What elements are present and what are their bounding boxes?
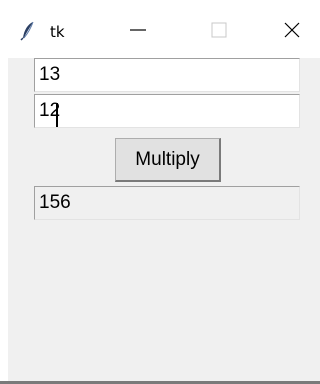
minimize-button[interactable] bbox=[116, 12, 160, 48]
second-number-entry[interactable] bbox=[34, 94, 300, 128]
maximize-icon bbox=[211, 22, 227, 38]
title-bar[interactable]: tk bbox=[0, 0, 320, 58]
multiply-button[interactable]: Multiply bbox=[115, 138, 221, 182]
client-area: Multiply bbox=[8, 58, 320, 382]
maximize-button[interactable] bbox=[197, 12, 241, 48]
minimize-icon bbox=[130, 29, 146, 31]
tk-window: tk Multiply bbox=[0, 0, 320, 384]
first-number-entry[interactable] bbox=[34, 58, 300, 92]
text-cursor bbox=[56, 103, 58, 127]
feather-icon bbox=[20, 21, 36, 41]
close-button[interactable] bbox=[270, 12, 314, 48]
window-title: tk bbox=[50, 23, 65, 41]
close-icon bbox=[284, 22, 300, 38]
result-entry[interactable] bbox=[34, 186, 300, 220]
